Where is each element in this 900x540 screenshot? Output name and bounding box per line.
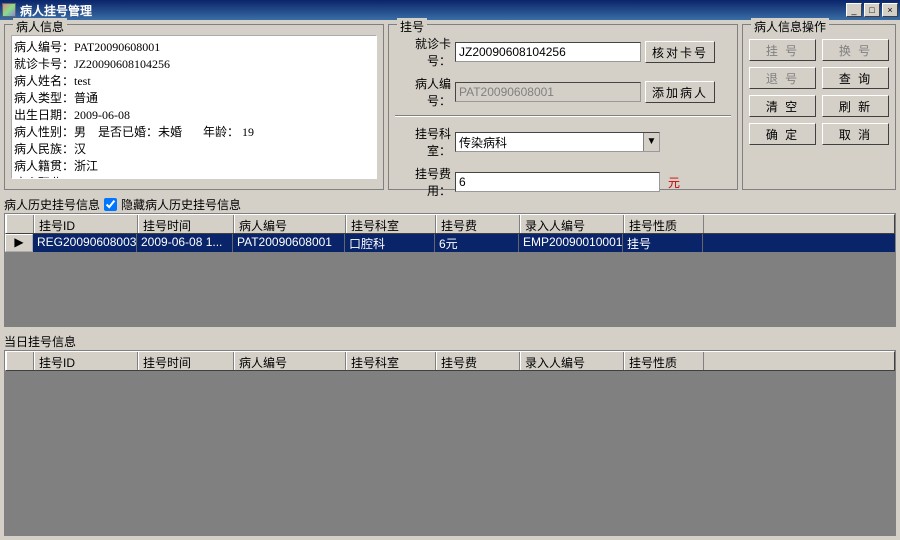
minimize-button[interactable]: _ [846,3,862,17]
dept-combo[interactable]: ▼ [455,132,660,152]
today-section: 当日挂号信息 挂号ID 挂号时间 病人编号 挂号科室 挂号费 录入人编号 挂号性… [4,333,896,536]
history-col-emp[interactable]: 录入人编号 [520,215,624,233]
cell-dept: 口腔科 [345,234,435,252]
maximize-button[interactable]: □ [864,3,880,17]
history-col-time[interactable]: 挂号时间 [138,215,234,233]
hide-history-checkbox[interactable] [104,198,117,211]
clear-button[interactable]: 清 空 [749,95,816,117]
dept-combo-input[interactable] [456,133,643,151]
patno-label: 病人编号： [395,75,451,109]
cell-id: REG20090608003 [33,234,137,252]
card-input[interactable] [455,42,641,62]
patno-input [455,82,641,102]
history-col-pat[interactable]: 病人编号 [234,215,346,233]
today-legend: 当日挂号信息 [4,333,896,350]
history-col-nature[interactable]: 挂号性质 [624,215,704,233]
today-col-nature[interactable]: 挂号性质 [624,352,704,370]
window-title: 病人挂号管理 [20,2,844,19]
today-col-time[interactable]: 挂号时间 [138,352,234,370]
refresh-button[interactable]: 刷 新 [822,95,889,117]
row-indicator-icon: ▶ [5,234,33,252]
today-grid: 挂号ID 挂号时间 病人编号 挂号科室 挂号费 录入人编号 挂号性质 [4,350,896,536]
today-col-fee[interactable]: 挂号费 [436,352,520,370]
fee-label: 挂号费用： [395,165,451,199]
today-rowhead [6,352,34,370]
ops-group: 病人信息操作 挂 号 换 号 退 号 查 询 清 空 刷 新 确 定 取 消 [742,24,896,190]
return-button[interactable]: 退 号 [749,67,816,89]
close-button[interactable]: × [882,3,898,17]
yuan-label: 元 [668,174,680,191]
patient-info-legend: 病人信息 [13,18,67,35]
cell-time: 2009-06-08 1... [137,234,233,252]
add-patient-button[interactable]: 添加病人 [645,81,715,103]
card-label: 就诊卡号： [395,35,451,69]
history-col-id[interactable]: 挂号ID [34,215,138,233]
today-col-emp[interactable]: 录入人编号 [520,352,624,370]
cell-pat: PAT20090608001 [233,234,345,252]
register-button[interactable]: 挂 号 [749,39,816,61]
table-row[interactable]: ▶ REG20090608003 2009-06-08 1... PAT2009… [5,234,895,252]
cancel-button[interactable]: 取 消 [822,123,889,145]
cell-nature: 挂号 [623,234,703,252]
dept-label: 挂号科室： [395,125,451,159]
cell-emp: EMP20090010001 [519,234,623,252]
register-separator [395,115,731,117]
patient-info-group: 病人信息 [4,24,384,190]
history-col-dept[interactable]: 挂号科室 [346,215,436,233]
client-area: 病人信息 挂号 就诊卡号： 核对卡号 病人编号： 添加病人 挂号科室： ▼ [0,20,900,540]
today-col-pat[interactable]: 病人编号 [234,352,346,370]
change-button[interactable]: 换 号 [822,39,889,61]
register-legend: 挂号 [397,18,427,35]
history-section: 病人历史挂号信息 隐藏病人历史挂号信息 挂号ID 挂号时间 病人编号 挂号科室 … [4,196,896,327]
ops-legend: 病人信息操作 [751,18,829,35]
fee-input[interactable] [455,172,660,192]
history-col-fee[interactable]: 挂号费 [436,215,520,233]
history-body: ▶ REG20090608003 2009-06-08 1... PAT2009… [5,234,895,252]
today-col-dept[interactable]: 挂号科室 [346,352,436,370]
ok-button[interactable]: 确 定 [749,123,816,145]
history-rowhead [6,215,34,233]
app-icon [2,3,16,17]
today-col-id[interactable]: 挂号ID [34,352,138,370]
cell-fee: 6元 [435,234,519,252]
hide-history-label: 隐藏病人历史挂号信息 [121,196,241,213]
title-bar: 病人挂号管理 _ □ × [0,0,900,20]
history-grid: 挂号ID 挂号时间 病人编号 挂号科室 挂号费 录入人编号 挂号性质 ▶ REG… [4,213,896,327]
register-group: 挂号 就诊卡号： 核对卡号 病人编号： 添加病人 挂号科室： ▼ 挂号费用： [388,24,738,190]
patient-info-textarea[interactable] [11,35,377,179]
chevron-down-icon[interactable]: ▼ [643,133,659,151]
verify-card-button[interactable]: 核对卡号 [645,41,715,63]
query-button[interactable]: 查 询 [822,67,889,89]
today-header: 挂号ID 挂号时间 病人编号 挂号科室 挂号费 录入人编号 挂号性质 [5,351,895,371]
history-legend: 病人历史挂号信息 [4,196,100,213]
history-header: 挂号ID 挂号时间 病人编号 挂号科室 挂号费 录入人编号 挂号性质 [5,214,895,234]
